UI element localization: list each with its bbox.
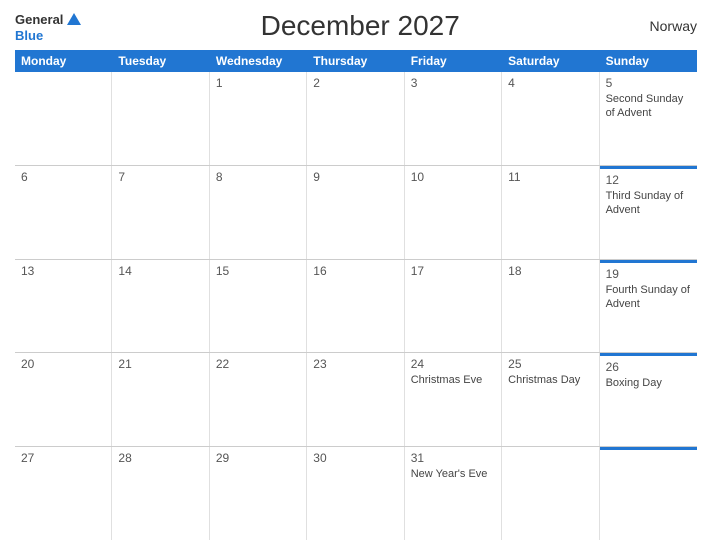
- day-event: Third Sunday of Advent: [606, 189, 691, 218]
- day-cell: 23: [307, 353, 404, 446]
- day-number: 11: [508, 170, 592, 184]
- week-row: 6789 10 11 12 Third Sunday of Advent: [15, 166, 697, 260]
- day-cell: [600, 447, 697, 540]
- calendar-header: General Blue December 2027 Norway: [15, 10, 697, 42]
- day-number: 8: [216, 170, 300, 184]
- day-cell: 2: [307, 72, 404, 165]
- day-event: Second Sunday of Advent: [606, 92, 691, 121]
- day-cell: 12 Third Sunday of Advent: [600, 166, 697, 259]
- day-number: 16: [313, 264, 397, 278]
- week-row: 27 28 29 30 31 New Year's Eve: [15, 447, 697, 540]
- day-number: 4: [508, 76, 592, 90]
- country-label: Norway: [637, 18, 697, 34]
- day-number: 29: [216, 451, 300, 465]
- week-row: 20 21 22 23 24 Christmas Eve 25 Christmas Day 26…: [15, 353, 697, 447]
- day-number: 14: [118, 264, 202, 278]
- day-header-sunday: Sunday: [600, 50, 697, 72]
- day-event: Christmas Day: [508, 373, 592, 387]
- logo-blue-text: Blue: [15, 29, 43, 42]
- logo-icon: [65, 11, 83, 29]
- day-number: 7: [118, 170, 202, 184]
- day-event: Fourth Sunday of Advent: [606, 283, 691, 312]
- day-header-friday: Friday: [405, 50, 502, 72]
- day-cell: 24 Christmas Eve: [405, 353, 502, 446]
- day-number: 5: [606, 76, 691, 90]
- day-cell: 6: [15, 166, 112, 259]
- day-cell: 11: [502, 166, 599, 259]
- day-number: 17: [411, 264, 495, 278]
- day-cell: 5 Second Sunday of Advent: [600, 72, 697, 165]
- month-title: December 2027: [83, 10, 637, 42]
- day-cell: 20: [15, 353, 112, 446]
- day-cell: 8: [210, 166, 307, 259]
- day-cell: 13: [15, 260, 112, 353]
- day-cell: 29: [210, 447, 307, 540]
- calendar-container: General Blue December 2027 Norway Monday…: [0, 0, 712, 550]
- day-number: 12: [606, 173, 691, 187]
- day-header-tuesday: Tuesday: [112, 50, 209, 72]
- day-cell: 9: [307, 166, 404, 259]
- day-number: 27: [21, 451, 105, 465]
- day-number: 15: [216, 264, 300, 278]
- day-number: 18: [508, 264, 592, 278]
- day-event: New Year's Eve: [411, 467, 495, 481]
- day-number: 25: [508, 357, 592, 371]
- day-number: 6: [21, 170, 105, 184]
- day-cell: 10: [405, 166, 502, 259]
- day-number: 30: [313, 451, 397, 465]
- day-headers: MondayTuesdayWednesdayThursdayFridaySatu…: [15, 50, 697, 72]
- day-number: 19: [606, 267, 691, 281]
- day-event: Boxing Day: [606, 376, 691, 390]
- day-header-thursday: Thursday: [307, 50, 404, 72]
- day-number: 28: [118, 451, 202, 465]
- day-cell: 28: [112, 447, 209, 540]
- day-number: 26: [606, 360, 691, 374]
- calendar-grid: MondayTuesdayWednesdayThursdayFridaySatu…: [15, 50, 697, 540]
- day-cell: 21: [112, 353, 209, 446]
- day-header-monday: Monday: [15, 50, 112, 72]
- day-cell: [15, 72, 112, 165]
- day-header-saturday: Saturday: [502, 50, 599, 72]
- day-number: 22: [216, 357, 300, 371]
- day-cell: [112, 72, 209, 165]
- week-row: 12345 Second Sunday of Advent: [15, 72, 697, 166]
- day-number: 1: [216, 76, 300, 90]
- day-cell: [502, 447, 599, 540]
- day-cell: 26 Boxing Day: [600, 353, 697, 446]
- day-cell: 15: [210, 260, 307, 353]
- day-number: 23: [313, 357, 397, 371]
- day-cell: 16: [307, 260, 404, 353]
- day-cell: 18: [502, 260, 599, 353]
- day-cell: 7: [112, 166, 209, 259]
- day-number: 10: [411, 170, 495, 184]
- day-cell: 31 New Year's Eve: [405, 447, 502, 540]
- logo: General Blue: [15, 11, 83, 42]
- day-number: 9: [313, 170, 397, 184]
- day-number: 21: [118, 357, 202, 371]
- day-cell: 3: [405, 72, 502, 165]
- day-cell: 17: [405, 260, 502, 353]
- day-cell: 22: [210, 353, 307, 446]
- day-cell: 27: [15, 447, 112, 540]
- day-number: 24: [411, 357, 495, 371]
- day-header-wednesday: Wednesday: [210, 50, 307, 72]
- day-cell: 19 Fourth Sunday of Advent: [600, 260, 697, 353]
- logo-general-text: General: [15, 13, 63, 26]
- weeks: 12345Second Sunday of Advent6789101112Th…: [15, 72, 697, 540]
- day-number: 2: [313, 76, 397, 90]
- day-cell: 25 Christmas Day: [502, 353, 599, 446]
- day-cell: 14: [112, 260, 209, 353]
- day-number: 31: [411, 451, 495, 465]
- day-number: 3: [411, 76, 495, 90]
- week-row: 13 14 15 16 17 18 19 Fourth Sunday of Advent: [15, 260, 697, 354]
- day-cell: 4: [502, 72, 599, 165]
- day-number: 13: [21, 264, 105, 278]
- day-cell: 30: [307, 447, 404, 540]
- day-cell: 1: [210, 72, 307, 165]
- day-number: 20: [21, 357, 105, 371]
- day-event: Christmas Eve: [411, 373, 495, 387]
